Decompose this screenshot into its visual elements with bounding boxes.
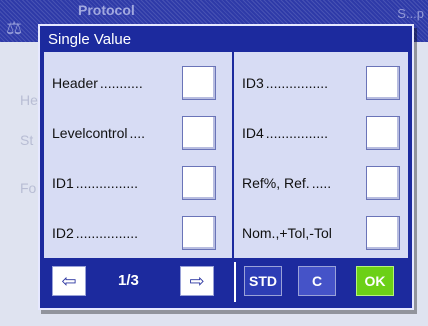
ok-button[interactable]: OK	[356, 266, 394, 296]
id4-checkbox[interactable]	[366, 116, 400, 150]
option-row-ref: Ref%, Ref. .....	[242, 166, 331, 200]
arrow-left-icon: ⇦	[61, 270, 77, 291]
option-label: ID3	[242, 75, 264, 91]
std-button[interactable]: STD	[244, 266, 282, 296]
dialog-title: Single Value	[48, 31, 132, 48]
page-indicator: 1/3	[118, 272, 139, 289]
ref-checkbox[interactable]	[366, 166, 400, 200]
option-dots: .....	[311, 175, 332, 191]
scale-icon: ⚖	[6, 18, 23, 38]
prev-page-button[interactable]: ⇦	[52, 266, 86, 296]
option-row-id2: ID2 ................	[52, 216, 138, 250]
option-row-id1: ID1 ................	[52, 166, 138, 200]
footer-divider	[234, 262, 236, 302]
single-value-dialog: Single Value Header ........... Levelcon…	[38, 24, 414, 310]
background-item: He	[20, 92, 38, 108]
id1-checkbox[interactable]	[182, 166, 216, 200]
arrow-right-icon: ⇨	[189, 270, 205, 291]
option-label: Ref%, Ref.	[242, 175, 310, 191]
option-dots: ...........	[99, 75, 143, 91]
option-label: Header	[52, 75, 98, 91]
header-checkbox[interactable]	[182, 66, 216, 100]
dialog-body: Header ........... Levelcontrol .... ID1…	[44, 52, 408, 258]
option-label: Nom.,+Tol,-Tol	[242, 225, 332, 241]
option-dots: ....	[129, 125, 146, 141]
id2-checkbox[interactable]	[182, 216, 216, 250]
option-dots: ................	[265, 75, 329, 91]
option-row-levelcontrol: Levelcontrol ....	[52, 116, 145, 150]
column-divider	[232, 52, 234, 258]
levelcontrol-checkbox[interactable]	[182, 116, 216, 150]
c-button[interactable]: C	[298, 266, 336, 296]
option-label: ID2	[52, 225, 74, 241]
background-title-right: S...p	[397, 6, 424, 21]
option-dots: ................	[265, 125, 329, 141]
option-dots: ................	[75, 225, 139, 241]
background-title: Protocol	[78, 2, 135, 18]
option-dots: ................	[75, 175, 139, 191]
option-label: Levelcontrol	[52, 125, 128, 141]
next-page-button[interactable]: ⇨	[180, 266, 214, 296]
nom-tol-checkbox[interactable]	[366, 216, 400, 250]
option-label: ID1	[52, 175, 74, 191]
dialog-footer: ⇦ 1/3 ⇨ STD C OK	[44, 258, 408, 306]
option-row-header: Header ...........	[52, 66, 143, 100]
option-label: ID4	[242, 125, 264, 141]
id3-checkbox[interactable]	[366, 66, 400, 100]
option-row-id3: ID3 ................	[242, 66, 328, 100]
option-row-nom-tol: Nom.,+Tol,-Tol	[242, 216, 334, 250]
background-item: St	[20, 132, 34, 148]
background-item: Fo	[20, 180, 37, 196]
option-row-id4: ID4 ................	[242, 116, 328, 150]
